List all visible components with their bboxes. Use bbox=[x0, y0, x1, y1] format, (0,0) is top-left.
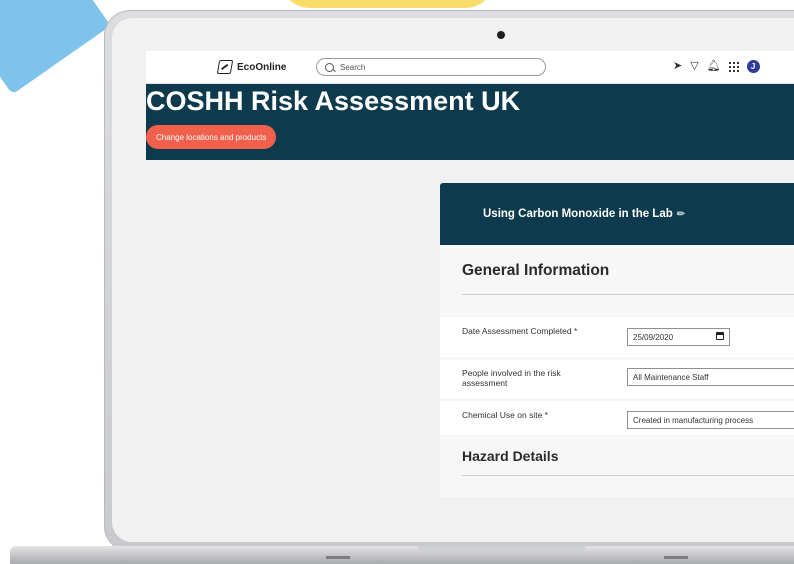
assessment-card: Using Carbon Monoxide in the Lab ✏︎ Gener… bbox=[440, 183, 794, 497]
laptop-foot-right bbox=[664, 556, 688, 559]
filter-icon[interactable]: ▽ bbox=[690, 59, 698, 73]
laptop-foot-left bbox=[326, 556, 350, 559]
logo-text: EcoOnline bbox=[237, 61, 287, 73]
search-input[interactable] bbox=[340, 62, 520, 72]
leaf-logo-icon bbox=[216, 60, 234, 74]
apps-grid-icon[interactable] bbox=[728, 61, 739, 72]
page-banner: COSHH Risk Assessment UK Change location… bbox=[146, 84, 794, 160]
date-completed-field[interactable]: 25/09/2020 bbox=[627, 328, 730, 346]
people-involved-field[interactable]: All Maintenance Staff bbox=[627, 368, 794, 386]
nav-icon-group: ➤ ▽ 🔔︎ J bbox=[673, 59, 760, 73]
people-involved-label: People involved in the risk assessment bbox=[462, 368, 561, 388]
chemical-use-field[interactable]: Created in manufacturing process bbox=[627, 411, 794, 429]
laptop-screen: EcoOnline ➤ ▽ 🔔︎ J COSHH Risk Assessment… bbox=[146, 51, 794, 497]
laptop-base bbox=[10, 546, 794, 564]
decorative-blue-shape bbox=[0, 0, 111, 95]
card-header: Using Carbon Monoxide in the Lab ✏︎ bbox=[440, 183, 794, 245]
chemical-use-value: Created in manufacturing process bbox=[633, 415, 754, 425]
page-title: COSHH Risk Assessment UK bbox=[146, 86, 521, 116]
change-locations-button[interactable]: Change locations and products bbox=[146, 125, 277, 149]
card-title-text: Using Carbon Monoxide in the Lab bbox=[483, 208, 673, 220]
hazard-details-heading: Hazard Details bbox=[462, 448, 559, 464]
send-icon[interactable]: ➤ bbox=[673, 59, 682, 73]
logo[interactable]: EcoOnline bbox=[216, 60, 287, 74]
form-row-chemical-use: Chemical Use on site * Created in manufa… bbox=[440, 401, 794, 435]
people-involved-value: All Maintenance Staff bbox=[633, 372, 709, 382]
pencil-edit-icon[interactable]: ✏︎ bbox=[677, 209, 685, 220]
calendar-icon[interactable] bbox=[716, 332, 724, 340]
top-navigation-bar: EcoOnline ➤ ▽ 🔔︎ J bbox=[146, 51, 794, 84]
avatar[interactable]: J bbox=[746, 59, 760, 73]
chemical-use-label: Chemical Use on site * bbox=[462, 410, 548, 420]
section-divider bbox=[462, 475, 794, 476]
section-divider bbox=[462, 294, 794, 295]
general-information-heading: General Information bbox=[462, 262, 610, 279]
date-completed-value: 25/09/2020 bbox=[633, 332, 674, 342]
form-row-date: Date Assessment Completed * 25/09/2020 bbox=[440, 317, 794, 357]
camera-icon bbox=[497, 31, 505, 39]
decorative-yellow-shape bbox=[280, 0, 495, 8]
form-row-people: People involved in the risk assessment A… bbox=[440, 360, 794, 398]
laptop-base-notch bbox=[418, 546, 586, 552]
bell-icon[interactable]: 🔔︎ bbox=[707, 59, 721, 73]
card-title: Using Carbon Monoxide in the Lab ✏︎ bbox=[483, 208, 685, 220]
date-completed-label: Date Assessment Completed * bbox=[462, 326, 578, 336]
search-box[interactable] bbox=[316, 58, 546, 76]
search-icon bbox=[325, 62, 334, 72]
